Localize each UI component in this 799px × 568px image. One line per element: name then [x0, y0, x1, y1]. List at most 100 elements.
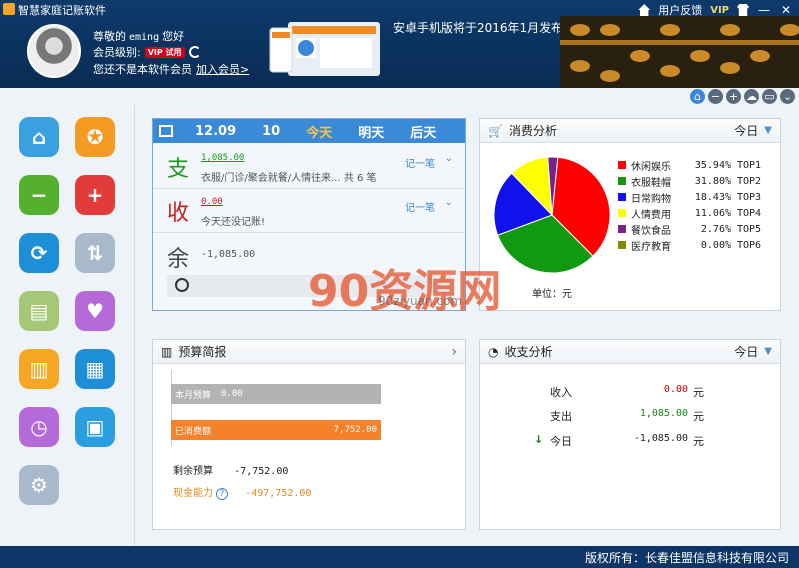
copyright-text: 版权所有：长春佳盟信息科技有限公司	[584, 551, 789, 565]
legend-item: 医疗教育 0.00% TOP6	[618, 237, 761, 253]
tab-after-tomorrow[interactable]: 后天	[410, 122, 436, 141]
summary-expense-label: 支出	[550, 410, 572, 423]
help-icon[interactable]: ?	[216, 488, 228, 500]
income-expense-period[interactable]: 今日	[734, 343, 758, 360]
home-button[interactable]: ⌂	[690, 89, 705, 104]
arrow-down-icon: ↓	[534, 433, 544, 446]
sidebar-divider	[134, 105, 135, 546]
chart-tile-icon[interactable]: ▥	[19, 349, 59, 389]
home-tile-icon[interactable]: ⌂	[19, 117, 59, 157]
summary-today-unit: 元	[693, 435, 704, 448]
cash-value: -497,752.00	[245, 488, 312, 499]
tab-tomorrow[interactable]: 明天	[358, 122, 384, 141]
expense-amount[interactable]: 1,085.00	[201, 153, 244, 163]
chevron-down-icon[interactable]: ⌄	[445, 197, 453, 208]
income-row: 收 0.00 今天还没记账! 记一笔 ⌄	[153, 191, 465, 233]
transfer-tile-icon[interactable]: ⇅	[75, 233, 115, 273]
cart-icon: 🛒	[488, 123, 503, 138]
legend-percent: 18.43%	[694, 191, 731, 203]
balance-amount: -1,085.00	[201, 249, 256, 260]
watermark-logo: 90资源网	[308, 266, 502, 317]
level-label: 会员级别:	[93, 46, 141, 59]
collapse-button[interactable]: ⌄	[780, 89, 795, 104]
sync-tile-icon[interactable]: ⟳	[19, 233, 59, 273]
pie-chart	[493, 156, 611, 274]
summary-expense-unit: 元	[693, 410, 704, 423]
legend-percent: 2.76%	[700, 223, 731, 235]
settings-tile-icon[interactable]: ⚙	[19, 465, 59, 505]
legend-item: 休闲娱乐 35.94% TOP1	[618, 157, 761, 173]
minimize-button[interactable]: —	[757, 3, 771, 17]
chevron-right-icon[interactable]: ›	[451, 344, 457, 360]
skin-icon[interactable]	[737, 4, 749, 16]
legend-percent: 11.06%	[694, 207, 731, 219]
close-button[interactable]: ✕	[779, 3, 793, 17]
income-amount[interactable]: 0.00	[201, 197, 223, 207]
date-month-day[interactable]: 12.09	[195, 124, 236, 139]
username: eming	[129, 32, 160, 43]
consumption-period[interactable]: 今日	[734, 122, 758, 139]
legend-rank: TOP4	[737, 207, 762, 219]
legend-percent: 31.80%	[694, 175, 731, 187]
home-icon[interactable]	[638, 4, 651, 16]
legend-label: 日常购物	[631, 193, 671, 205]
expense-tile-icon[interactable]: −	[19, 175, 59, 215]
edit-icon[interactable]	[159, 125, 173, 137]
app-header: 智慧家庭记账软件 用户反馈 VIP — ✕ 尊敬的 eming 您好 会员级别: V…	[0, 0, 799, 88]
consumption-panel: 🛒 消费分析 今日 ▼ 休闲娱乐 35.94% TOP1 衣服鞋帽 31.80% TOP2…	[479, 118, 781, 311]
legend-swatch	[618, 225, 626, 233]
join-member-link[interactable]: 加入会员>	[196, 63, 249, 76]
legend-rank: TOP6	[737, 239, 762, 251]
income-expense-header: ◔ 收支分析 今日 ▼	[480, 340, 780, 364]
member-level: 会员级别: VIP 试用	[93, 44, 201, 60]
sidebar: ⌂ ✪ − + ⟳ ⇅ ▤ ♥ ▥ ▦ ◷ ▣ ⚙	[0, 105, 134, 546]
cloud-button[interactable]: ☁	[744, 89, 759, 104]
window-button[interactable]: ▭	[762, 89, 777, 104]
income-expense-title: 收支分析	[504, 345, 553, 359]
tab-today[interactable]: 今天	[306, 122, 332, 141]
legend-label: 人情费用	[631, 209, 671, 221]
remaining-value: -7,752.00	[234, 466, 289, 477]
clock-tile-icon[interactable]: ◷	[19, 407, 59, 447]
legend-rank: TOP2	[737, 175, 762, 187]
medal-tile-icon[interactable]: ✪	[75, 117, 115, 157]
spent-fill: 已消费额 7,752.00	[171, 420, 381, 440]
record-income-button[interactable]: 记一笔	[405, 199, 435, 214]
alarm-icon[interactable]	[175, 278, 189, 292]
date-day-num[interactable]: 10	[262, 124, 280, 139]
summary-expense-value: 1,085.00	[639, 408, 688, 419]
minus-button[interactable]: −	[708, 89, 723, 104]
vip-link[interactable]: VIP	[710, 5, 729, 16]
legend-label: 医疗教育	[631, 241, 671, 253]
legend-rank: TOP3	[737, 191, 762, 203]
wallet-tile-icon[interactable]: ▣	[75, 407, 115, 447]
income-tile-icon[interactable]: +	[75, 175, 115, 215]
income-expense-panel: ◔ 收支分析 今日 ▼ 收入 0.00 元 支出 1,085.00 元 ↓ 今日…	[479, 339, 781, 530]
chevron-down-icon[interactable]: ▼	[764, 125, 772, 136]
month-budget-value: 0.00	[221, 389, 243, 399]
legend-label: 衣服鞋帽	[631, 177, 671, 189]
consumption-header: 🛒 消费分析 今日 ▼	[480, 119, 780, 143]
piggy-tile-icon[interactable]: ♥	[75, 291, 115, 331]
bar-chart-icon: ▥	[161, 344, 173, 359]
avatar[interactable]	[27, 24, 81, 78]
chevron-down-icon[interactable]: ⌄	[445, 153, 453, 164]
summary-income-unit: 元	[693, 386, 704, 399]
spent-label: 已消费额	[175, 426, 212, 437]
spent-value: 7,752.00	[333, 425, 377, 435]
legend-swatch	[618, 177, 626, 185]
expense-detail: 衣服/门诊/聚会就餐/人情往来... 共 6 笔	[201, 173, 377, 184]
abacus-image	[560, 16, 799, 88]
plus-button[interactable]: +	[726, 89, 741, 104]
vip-badge: VIP 试用	[144, 46, 185, 58]
legend-label: 餐饮食品	[631, 225, 671, 237]
chevron-down-icon[interactable]: ▼	[764, 346, 772, 357]
promo-devices-image	[269, 22, 380, 76]
income-detail: 今天还没记账!	[201, 217, 266, 228]
legend-percent: 0.00%	[700, 239, 731, 251]
bars-tile-icon[interactable]: ▦	[75, 349, 115, 389]
desk-tile-icon[interactable]: ▤	[19, 291, 59, 331]
record-expense-button[interactable]: 记一笔	[405, 155, 435, 170]
summary-income-value: 0.00	[663, 384, 688, 395]
refresh-icon[interactable]	[188, 46, 201, 58]
